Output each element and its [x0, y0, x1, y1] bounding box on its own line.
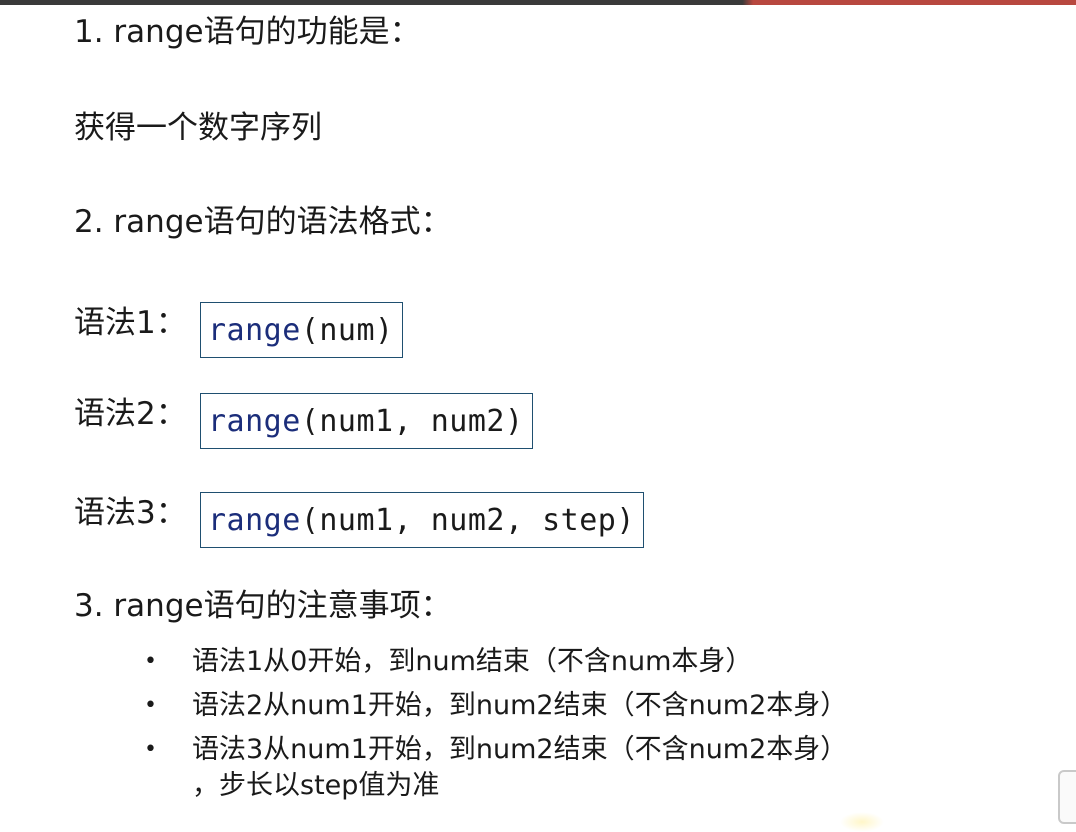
heading-syntax: 2. range语句的语法格式： [74, 204, 452, 240]
cursor-highlight [840, 812, 884, 832]
heading-function: 1. range语句的功能是： [74, 14, 421, 50]
syntax-row-2: 语法2： range (num1, num2) [74, 391, 533, 451]
note-text: 语法2从num1开始，到num2结束（不含num2本身） [192, 690, 848, 721]
syntax-row-3: 语法3： range (num1, num2, step) [74, 490, 644, 550]
code-box: range (num) [200, 302, 403, 358]
function-description: 获得一个数字序列 [74, 110, 322, 146]
syntax-label: 语法2： [74, 396, 187, 432]
syntax-row-1: 语法1： range (num) [74, 300, 403, 360]
code-box: range (num1, num2, step) [200, 492, 644, 548]
bullet-dot-icon: • [144, 693, 157, 718]
note-continuation: ，步长以step值为准 [192, 770, 440, 801]
syntax-label: 语法3： [74, 495, 187, 531]
code-arguments: (num1, num2, step) [300, 502, 635, 538]
notes-list: • 语法1从0开始，到num结束（不含num本身） • 语法2从num1开始，到… [144, 640, 847, 806]
list-item: • 语法2从num1开始，到num2结束（不含num2本身） [144, 684, 847, 728]
syntax-label: 语法1： [74, 305, 187, 341]
note-text: 语法1从0开始，到num结束（不含num本身） [192, 646, 753, 677]
side-handle-icon[interactable] [1058, 770, 1076, 824]
code-box: range (num1, num2) [200, 393, 533, 449]
bullet-dot-icon: • [144, 737, 157, 762]
code-arguments: (num1, num2) [300, 403, 524, 439]
code-function-name: range [208, 312, 301, 348]
top-border-bar [0, 0, 1076, 5]
bullet-dot-icon: • [144, 649, 157, 674]
list-item: • 语法1从0开始，到num结束（不含num本身） [144, 640, 847, 684]
heading-notes: 3. range语句的注意事项： [74, 588, 452, 624]
code-function-name: range [208, 502, 301, 538]
code-function-name: range [208, 403, 301, 439]
code-arguments: (num) [300, 312, 394, 348]
